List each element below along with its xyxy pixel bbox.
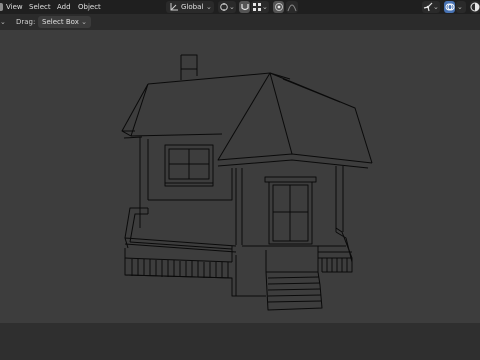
editor-type-icon[interactable] [0, 3, 3, 11]
orientation-label: Global [181, 3, 204, 11]
proportional-edit-toggle[interactable] [273, 1, 284, 13]
chevron-down-icon: ⌄ [229, 3, 235, 11]
pivot-point-icon [220, 3, 228, 11]
snap-grid-icon [253, 3, 261, 11]
menu-object[interactable]: Object [78, 0, 101, 14]
chevron-down-icon[interactable]: ⌄ [0, 14, 6, 30]
menu-select[interactable]: Select [29, 0, 51, 14]
overlay-dropdown[interactable]: ⌄ [456, 1, 466, 13]
overlay-toggle[interactable] [444, 1, 455, 13]
drag-mode-dropdown[interactable]: Select Box ⌄ [38, 16, 91, 28]
gizmo-dropdown[interactable]: ⌄ [422, 1, 440, 13]
overlay-icon [445, 3, 455, 11]
chevron-down-icon: ⌄ [206, 3, 212, 11]
menu-view[interactable]: View [6, 0, 23, 14]
house-wireframe [121, 54, 373, 311]
proportional-edit-icon [275, 3, 283, 11]
falloff-curve-icon [287, 4, 297, 12]
chevron-down-icon: ⌄ [81, 18, 87, 26]
snap-target-dropdown[interactable]: ⌄ [251, 1, 269, 13]
viewport-header: View Select Add Object Global ⌄ ⌄ ⌄ ⌄ ⌄ [0, 0, 480, 14]
falloff-dropdown[interactable] [286, 1, 298, 13]
menu-add[interactable]: Add [57, 0, 71, 14]
drag-mode-value: Select Box [42, 18, 79, 26]
timeline-area [0, 323, 480, 360]
3d-viewport[interactable] [0, 44, 480, 323]
snap-toggle[interactable] [239, 1, 250, 13]
pivot-point-dropdown[interactable]: ⌄ [218, 1, 236, 13]
viewport-shading-button[interactable] [470, 1, 480, 13]
snap-magnet-icon [241, 4, 249, 11]
drag-label: Drag: [16, 18, 36, 26]
gizmo-icon [423, 2, 433, 12]
viewport-shading-icon [470, 2, 480, 12]
transform-orientation-icon [170, 3, 178, 11]
transform-orientation-dropdown[interactable]: Global ⌄ [166, 1, 214, 13]
chevron-down-icon: ⌄ [457, 3, 463, 11]
chevron-down-icon: ⌄ [433, 3, 439, 11]
chevron-down-icon: ⌄ [262, 3, 268, 11]
